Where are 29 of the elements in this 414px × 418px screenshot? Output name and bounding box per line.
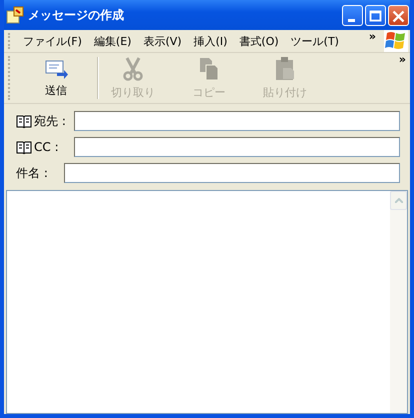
flag-logo-icon	[384, 30, 408, 52]
field-label: 件名 :	[16, 164, 49, 182]
field-label: CC :	[34, 140, 60, 154]
input-field[interactable]	[74, 111, 400, 131]
menu-item[interactable]: 表示(V)	[137, 34, 188, 48]
input-field[interactable]	[64, 163, 400, 183]
menu-item[interactable]: 挿入(I)	[188, 34, 234, 48]
address-book-icon[interactable]	[16, 114, 32, 128]
window-title: メッセージの作成	[28, 6, 125, 24]
close-button[interactable]	[388, 4, 409, 26]
menu-overflow-chevron[interactable]: »	[368, 30, 376, 43]
menu-item[interactable]: ファイル(F)	[17, 34, 88, 48]
maximize-button[interactable]	[365, 4, 386, 26]
input-field[interactable]	[74, 137, 400, 157]
message-body-field[interactable]	[6, 190, 408, 414]
menu-item[interactable]: ツール(T)	[284, 34, 345, 48]
menu-item[interactable]: 編集(E)	[88, 34, 138, 48]
toolbar-overflow-chevron[interactable]: »	[398, 53, 406, 66]
scissors-icon	[121, 56, 145, 82]
minimize-icon	[348, 18, 355, 22]
menu-item[interactable]: 書式(O)	[233, 34, 285, 48]
address-book-icon[interactable]	[16, 140, 32, 154]
scrollbar[interactable]	[390, 191, 407, 413]
minimize-button[interactable]	[342, 4, 363, 26]
envelope-icon	[6, 6, 24, 24]
envelope-arrow-icon	[44, 58, 68, 80]
field-label: 宛先 :	[34, 112, 67, 130]
clipboard-icon	[273, 56, 297, 82]
toolbar-button[interactable]: 送信	[17, 53, 95, 103]
